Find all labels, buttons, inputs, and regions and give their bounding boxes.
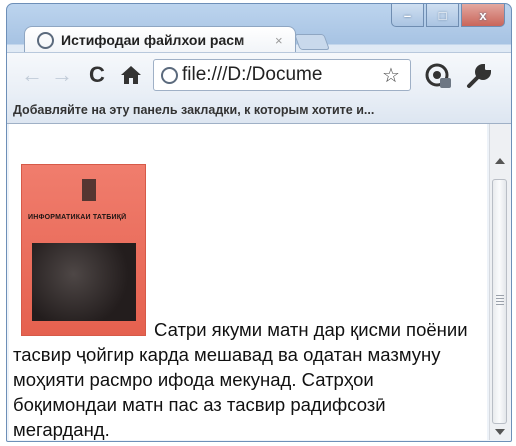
reload-icon[interactable]: C <box>85 62 109 88</box>
close-window-button[interactable]: x <box>461 4 505 27</box>
star-icon[interactable]: ☆ <box>382 63 400 88</box>
navigation-toolbar: ← → C file:///D:/Docume ☆ <box>7 52 511 97</box>
forward-arrow-icon[interactable]: → <box>51 62 73 88</box>
address-bar[interactable]: file:///D:/Docume ☆ <box>153 59 411 91</box>
paragraph-text: Сатри якуми матн дар қисми поёнии тасвир… <box>13 319 468 440</box>
browser-window: Истифодаи файлхои расм × – □ x ← → C fil… <box>6 3 512 442</box>
home-icon[interactable] <box>117 62 145 88</box>
page-content: ИНФОРМАТИКАИ ТАТБИҚӢ Сатри якуми матн да… <box>9 124 487 440</box>
bookmarks-bar-hint: Добавляйте на эту панель закладки, к кот… <box>13 102 375 117</box>
book-cover-picture <box>32 243 136 321</box>
scroll-down-arrow-icon[interactable] <box>495 429 505 435</box>
vertical-scrollbar[interactable] <box>489 124 510 440</box>
scroll-up-arrow-icon[interactable] <box>495 158 505 164</box>
address-text: file:///D:/Docume <box>182 64 323 85</box>
paragraph: Сатри якуми матн дар қисми поёнии тасвир… <box>13 317 481 440</box>
book-cover-image: ИНФОРМАТИКАИ ТАТБИҚӢ <box>22 165 145 335</box>
book-cover-title: ИНФОРМАТИКАИ ТАТБИҚӢ <box>28 214 127 221</box>
tab-active[interactable]: Истифодаи файлхои расм × <box>24 26 296 53</box>
close-icon[interactable]: × <box>275 33 283 48</box>
page-menu-icon[interactable] <box>425 62 453 90</box>
maximize-button[interactable]: □ <box>426 4 459 27</box>
title-bar: Истифодаи файлхои расм × – □ x <box>7 4 511 53</box>
back-arrow-icon[interactable]: ← <box>21 62 43 88</box>
minimize-button[interactable]: – <box>391 4 424 27</box>
page-icon <box>161 66 178 84</box>
book-emblem <box>82 179 96 201</box>
new-tab-button[interactable] <box>294 34 330 50</box>
bookmarks-bar: Добавляйте на эту панель закладки, к кот… <box>7 96 511 124</box>
window-controls: – □ x <box>391 4 505 27</box>
wrench-icon[interactable] <box>465 62 493 90</box>
page-favicon-icon <box>37 31 54 49</box>
tab-title: Истифодаи файлхои расм <box>61 32 245 48</box>
scroll-grip-icon <box>496 295 504 305</box>
scrollbar-thumb[interactable] <box>492 179 507 424</box>
